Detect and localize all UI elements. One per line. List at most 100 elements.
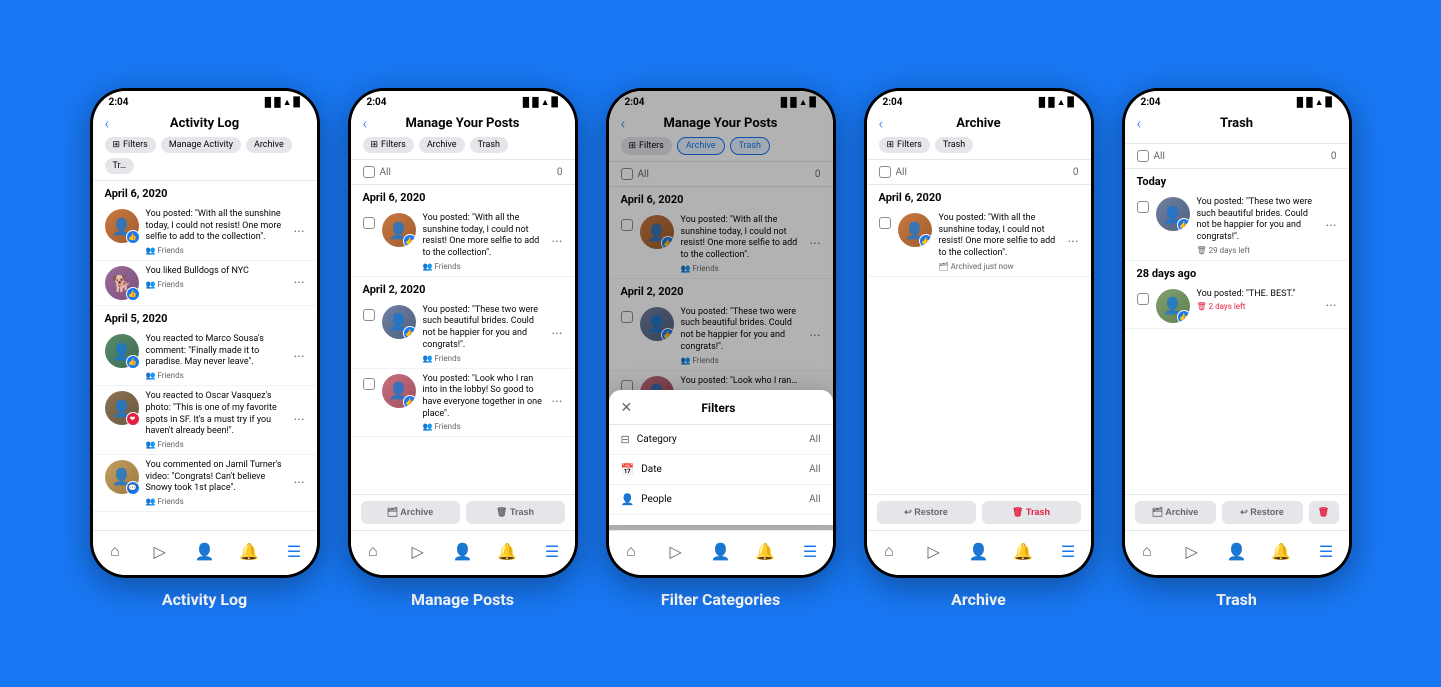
post-cb-5-2[interactable] — [1137, 293, 1149, 305]
nav-bell-1[interactable]: 🔔 — [235, 537, 263, 565]
post-more-2-3[interactable]: ··· — [552, 394, 563, 410]
post-item-5-2: 👤 👍 You posted: "THE. BEST." 🗑 2 days le… — [1125, 284, 1349, 329]
chip-manage-activity[interactable]: Manage Activity — [161, 137, 241, 153]
more-icon-5[interactable]: ··· — [294, 475, 305, 491]
activity-item-4: 👤 ❤ You reacted to Oscar Vasquez's photo… — [93, 386, 317, 455]
restore-btn-5[interactable]: ↩ Restore — [1222, 501, 1303, 524]
nav-home-3[interactable]: ⌂ — [617, 537, 645, 565]
nav-people-2[interactable]: 👤 — [448, 537, 476, 565]
select-all-cb-5[interactable] — [1137, 150, 1149, 162]
select-all-cb-2[interactable] — [363, 166, 375, 178]
post-cb-2-2[interactable] — [363, 309, 375, 321]
chip-filters-2[interactable]: ⊞ Filters — [363, 137, 414, 153]
back-arrow-2[interactable]: ‹ — [363, 114, 368, 133]
post-more-2-1[interactable]: ··· — [552, 234, 563, 250]
select-all-label-2[interactable]: All — [363, 166, 391, 178]
nav-menu-2[interactable]: ☰ — [538, 537, 566, 565]
post-more-2-2[interactable]: ··· — [552, 326, 563, 342]
nav-home-5[interactable]: ⌂ — [1133, 537, 1161, 565]
chip-archive-2[interactable]: Archive — [419, 137, 465, 153]
back-arrow-1[interactable]: ‹ — [105, 114, 110, 133]
nav-video-4[interactable]: ▷ — [920, 537, 948, 565]
screen-title-4: Archive — [956, 116, 1000, 131]
nav-people-5[interactable]: 👤 — [1222, 537, 1250, 565]
select-all-cb-4[interactable] — [879, 166, 891, 178]
post-more-5-1[interactable]: ··· — [1326, 218, 1337, 234]
filter-row-people[interactable]: 👤 People All — [609, 485, 833, 515]
post-more-5-2[interactable]: ··· — [1326, 298, 1337, 314]
date-heading-5b: 28 days ago — [1137, 267, 1337, 280]
filter-row-date[interactable]: 📅 Date All — [609, 455, 833, 485]
delete-btn-5[interactable]: 🗑 — [1309, 501, 1339, 524]
nav-people-1[interactable]: 👤 — [190, 537, 218, 565]
more-icon-2[interactable]: ··· — [294, 275, 305, 291]
restore-btn-4[interactable]: ↩ Restore — [877, 501, 976, 524]
chip-archive-1[interactable]: Archive — [246, 137, 292, 153]
screen-header-4: ‹ Archive ⊞ Filters Trash — [867, 110, 1091, 160]
filter-chips-4: ⊞ Filters Trash — [879, 137, 1079, 153]
nav-bell-3[interactable]: 🔔 — [751, 537, 779, 565]
nav-home-1[interactable]: ⌂ — [101, 537, 129, 565]
archive-btn-5[interactable]: 🗂 Archive — [1135, 501, 1216, 524]
post-content-5-2: You posted: "THE. BEST." 🗑 2 days left — [1197, 289, 1319, 312]
trash-btn-4[interactable]: 🗑 Trash — [982, 501, 1081, 524]
nav-menu-5[interactable]: ☰ — [1312, 537, 1340, 565]
chip-filters-4[interactable]: ⊞ Filters — [879, 137, 930, 153]
phone-screen-2: 2:04 ▐▌█ ▲ ▉ ‹ Manage Your Posts ⊞ Filte… — [351, 91, 575, 575]
more-icon-1[interactable]: ··· — [294, 224, 305, 240]
nav-video-5[interactable]: ▷ — [1178, 537, 1206, 565]
trash-btn-2[interactable]: 🗑 Trash — [466, 501, 565, 524]
nav-video-2[interactable]: ▷ — [404, 537, 432, 565]
post-more-4-1[interactable]: ··· — [1068, 234, 1079, 250]
select-all-label-5[interactable]: All — [1137, 150, 1165, 162]
modal-close-btn[interactable]: ✕ — [621, 400, 633, 416]
chip-filters-1[interactable]: ⊞ Filters — [105, 137, 156, 153]
activity-content-1: You posted: "With all the sunshine today… — [146, 209, 287, 255]
title-row-4: ‹ Archive — [879, 116, 1079, 131]
date-section-1a: April 6, 2020 — [93, 181, 317, 200]
filter-row-category[interactable]: ⊟ Category All — [609, 425, 833, 455]
nav-people-3[interactable]: 👤 — [706, 537, 734, 565]
chip-trash-4[interactable]: Trash — [935, 137, 973, 153]
post-text-5-1: You posted: "These two were such beautif… — [1197, 197, 1319, 244]
phone-frame-1: 2:04 ▐▌█ ▲ ▉ ‹ Activity Log ⊞ Filters — [90, 88, 320, 578]
more-icon-4[interactable]: ··· — [294, 412, 305, 428]
back-arrow-4[interactable]: ‹ — [879, 114, 884, 133]
post-cb-4-1[interactable] — [879, 217, 891, 229]
activity-meta-3: 👥 Friends — [146, 371, 287, 380]
back-arrow-5[interactable]: ‹ — [1137, 114, 1142, 133]
nav-video-3[interactable]: ▷ — [662, 537, 690, 565]
archive-btn-2[interactable]: 🗂 Archive — [361, 501, 460, 524]
post-cb-2-1[interactable] — [363, 217, 375, 229]
more-icon-3[interactable]: ··· — [294, 349, 305, 365]
nav-home-4[interactable]: ⌂ — [875, 537, 903, 565]
post-avatar-4-1: 👤 👍 — [898, 213, 932, 247]
pa-badge-4-1: 👍 — [919, 234, 932, 247]
nav-people-4[interactable]: 👤 — [964, 537, 992, 565]
nav-bell-5[interactable]: 🔔 — [1267, 537, 1295, 565]
post-meta-2-2: 👥 Friends — [423, 354, 545, 363]
nav-bell-4[interactable]: 🔔 — [1009, 537, 1037, 565]
post-cb-5-1[interactable] — [1137, 201, 1149, 213]
select-all-label-4[interactable]: All — [879, 166, 907, 178]
count-2: 0 — [557, 167, 563, 178]
nav-home-2[interactable]: ⌂ — [359, 537, 387, 565]
nav-menu-1[interactable]: ☰ — [280, 537, 308, 565]
nav-bell-2[interactable]: 🔔 — [493, 537, 521, 565]
chip-trash-2[interactable]: Trash — [470, 137, 508, 153]
bottom-nav-5: ⌂ ▷ 👤 🔔 ☰ — [1125, 530, 1349, 575]
post-item-2-1: 👤 👍 You posted: "With all the sunshine t… — [351, 208, 575, 277]
activity-text-4: You reacted to Oscar Vasquez's photo: "T… — [146, 391, 287, 438]
avatar-2: 🐕 👍 — [105, 266, 139, 300]
chip-trash-1[interactable]: Tr… — [105, 158, 135, 174]
avatar-4: 👤 ❤ — [105, 391, 139, 425]
modal-header: ✕ Filters — [609, 400, 833, 425]
post-cb-2-3[interactable] — [363, 378, 375, 390]
screen-body-1: April 6, 2020 👤 👍 You posted: "With all … — [93, 181, 317, 530]
activity-text-3: You reacted to Marco Sousa's comment: "F… — [146, 334, 287, 369]
nav-menu-3[interactable]: ☰ — [796, 537, 824, 565]
time-5: 2:04 — [1141, 97, 1161, 108]
nav-menu-4[interactable]: ☰ — [1054, 537, 1082, 565]
all-label-5: All — [1154, 151, 1165, 162]
nav-video-1[interactable]: ▷ — [146, 537, 174, 565]
